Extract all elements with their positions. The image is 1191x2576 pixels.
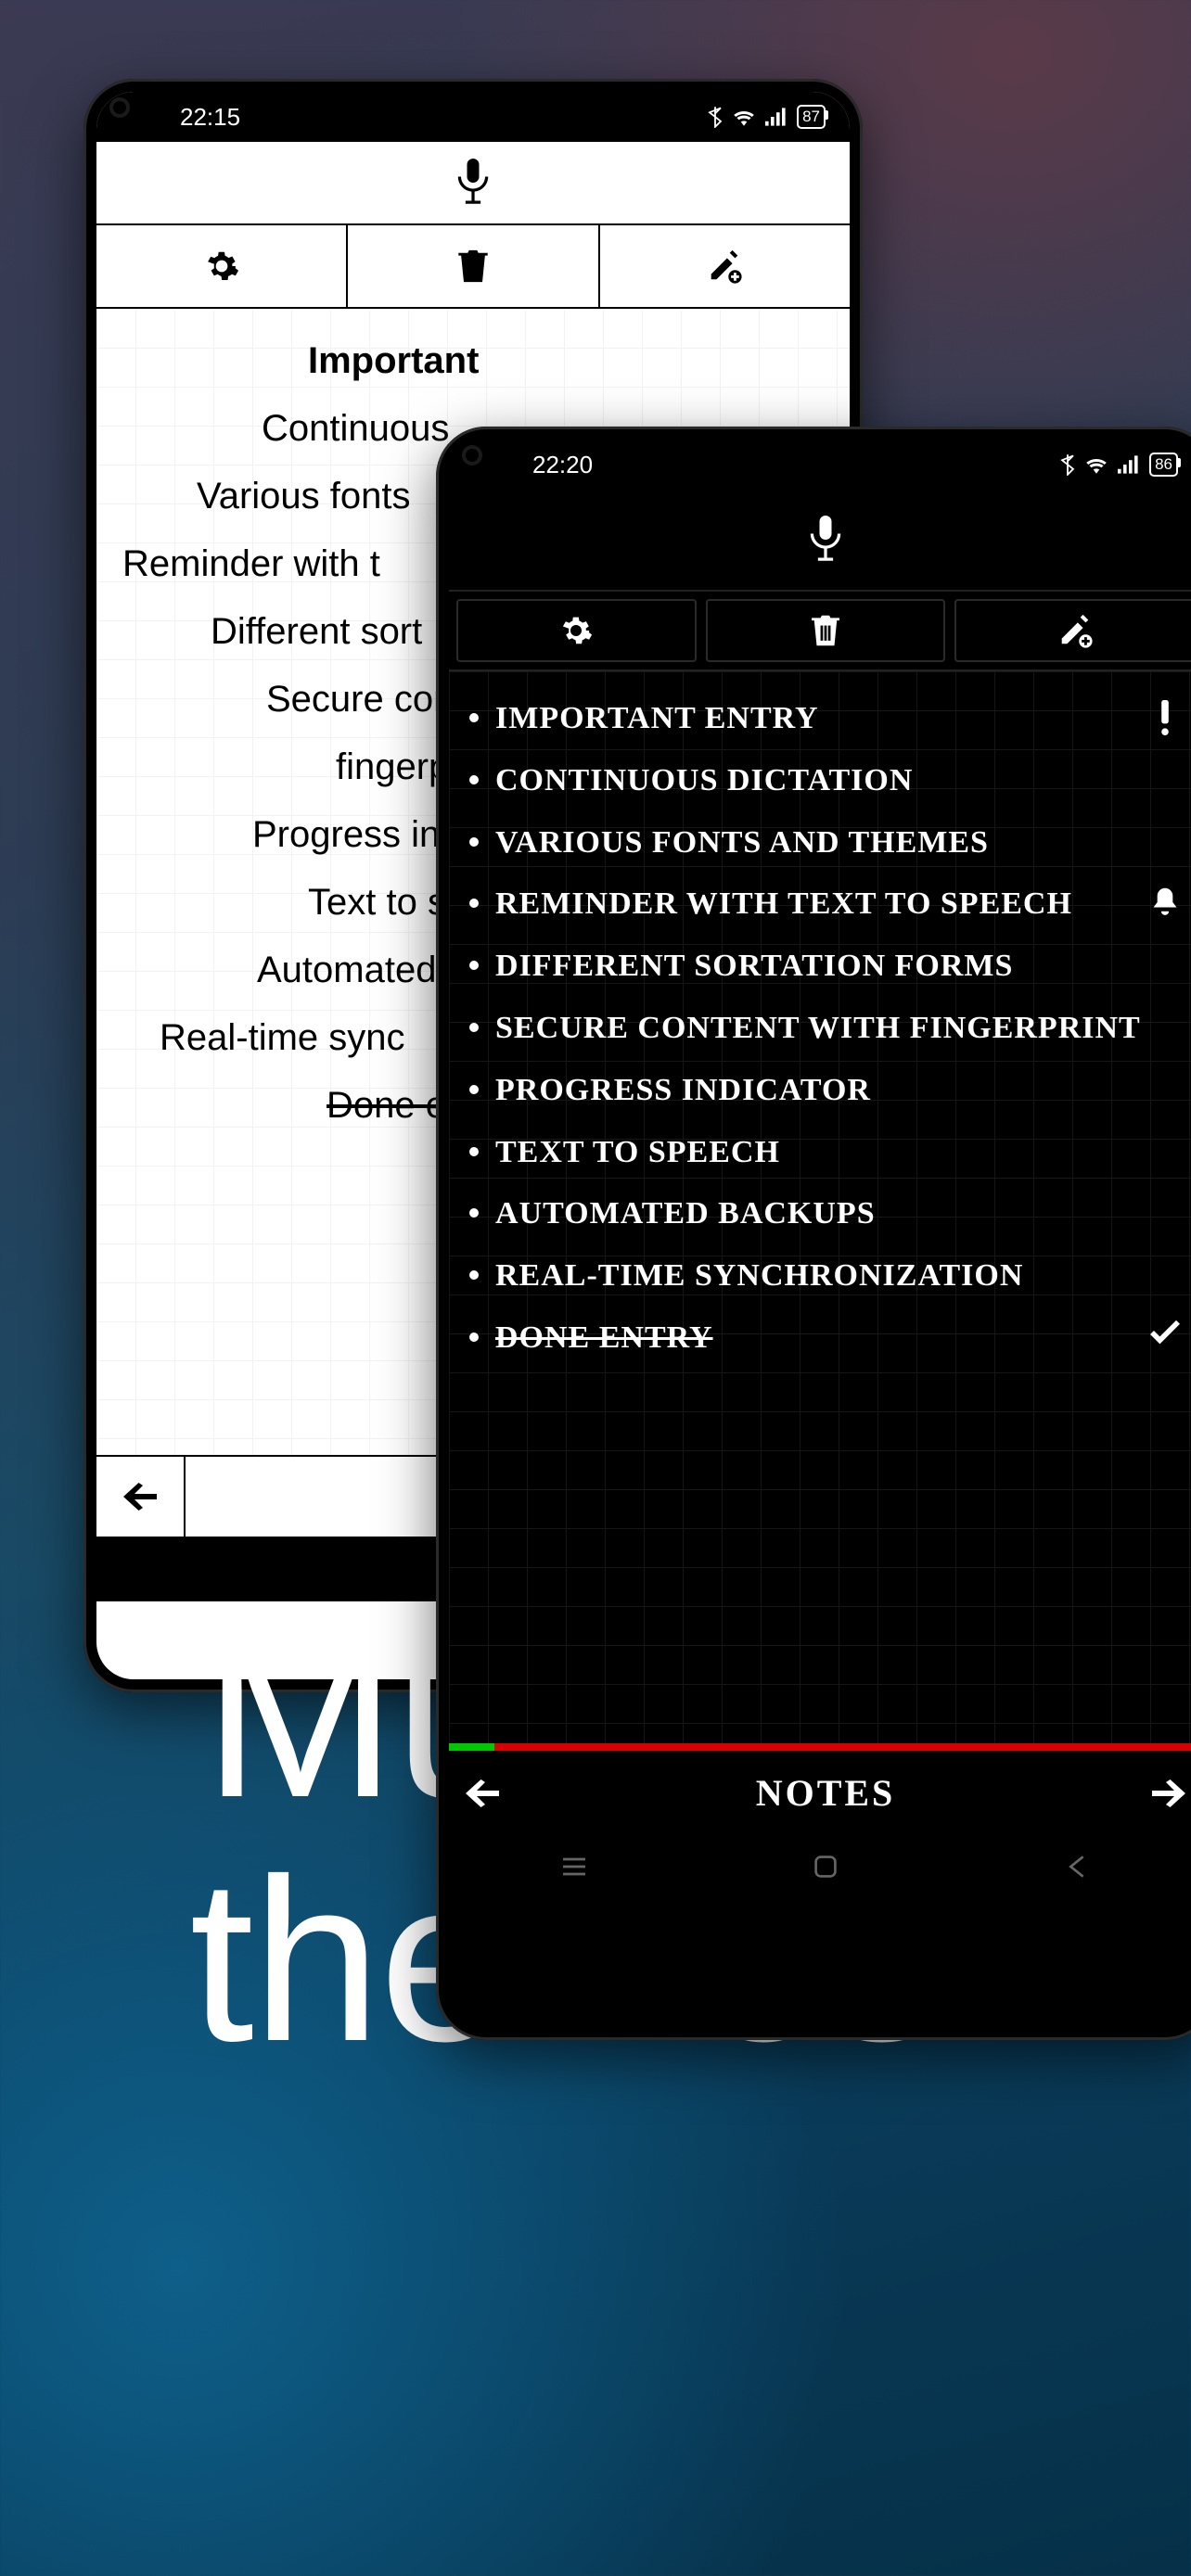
bottom-bar: Notes xyxy=(449,1751,1191,1834)
list-item-text: Various fonts xyxy=(197,476,411,516)
progress-done xyxy=(449,1743,494,1751)
list-item[interactable]: Important entry xyxy=(466,688,1187,750)
list-item-text: Secure content with fingerprint xyxy=(495,1010,1184,1048)
status-time: 22:20 xyxy=(532,451,593,479)
microphone-icon xyxy=(807,516,844,564)
bullet-icon xyxy=(469,899,479,908)
toolbar xyxy=(449,592,1191,671)
new-note-button[interactable] xyxy=(600,225,850,307)
list-item-text: Important xyxy=(308,340,479,381)
list-item[interactable]: Done entry xyxy=(466,1307,1187,1370)
list-item[interactable]: Important xyxy=(122,327,824,395)
camera-hole xyxy=(466,449,479,462)
list-item-text: Automated backups xyxy=(495,1195,1184,1233)
toolbar xyxy=(96,225,850,309)
list-item[interactable]: Real-time synchronization xyxy=(466,1245,1187,1307)
list-item-text: Progress indicator xyxy=(495,1072,1184,1110)
pen-plus-icon xyxy=(706,248,743,285)
list-item[interactable]: Different sortation forms xyxy=(466,936,1187,998)
gear-icon xyxy=(204,249,239,284)
list-item-text: fingerp xyxy=(336,746,449,787)
list-item-text: Done entry xyxy=(495,1320,1130,1358)
back-icon[interactable] xyxy=(1061,1851,1093,1882)
list-item-text: Various fonts and themes xyxy=(495,824,1184,862)
microphone-icon xyxy=(455,159,492,207)
bullet-icon xyxy=(469,775,479,784)
wifi-icon xyxy=(732,108,756,126)
list-item-text: Secure con xyxy=(266,679,454,720)
list-item-text: Real-time synchronization xyxy=(495,1257,1184,1295)
list-item-text: Continuous dictation xyxy=(495,762,1184,800)
status-bar: 22:20 86 xyxy=(449,440,1191,490)
bullet-icon xyxy=(469,961,479,970)
recents-icon[interactable] xyxy=(558,1851,590,1882)
delete-button[interactable] xyxy=(348,225,599,307)
list-item-text: Real-time sync xyxy=(160,1017,405,1058)
list-item-text: Progress in xyxy=(252,814,440,855)
phone-dark-theme: 22:20 86 xyxy=(436,427,1191,2040)
wifi-icon xyxy=(1084,455,1108,474)
bullet-icon xyxy=(469,1085,479,1094)
list-item-text: Different sortation forms xyxy=(495,948,1184,986)
battery-icon: 86 xyxy=(1149,453,1178,477)
list-item[interactable]: Text to speech xyxy=(466,1122,1187,1184)
bluetooth-icon xyxy=(708,106,723,128)
status-time: 22:15 xyxy=(180,103,240,132)
prev-button[interactable] xyxy=(466,1779,499,1807)
delete-button[interactable] xyxy=(706,599,946,662)
bullet-icon xyxy=(469,1147,479,1156)
signal-icon xyxy=(765,108,788,126)
list-item[interactable]: Reminder with text to speech xyxy=(466,874,1187,936)
trash-icon xyxy=(456,248,490,285)
settings-button[interactable] xyxy=(456,599,697,662)
pen-plus-icon xyxy=(1057,612,1094,649)
trash-icon xyxy=(810,613,841,648)
bullet-icon xyxy=(469,1333,479,1342)
mic-bar[interactable] xyxy=(96,142,850,225)
list-item[interactable]: Automated backups xyxy=(466,1183,1187,1245)
notes-list-dark[interactable]: Important entry Continuous dictation Vario… xyxy=(449,671,1191,1743)
check-icon xyxy=(1146,1320,1184,1345)
progress-bar xyxy=(449,1743,1191,1751)
list-item-text: Reminder with text to speech xyxy=(495,886,1130,924)
signal-icon xyxy=(1118,455,1140,474)
list-item[interactable]: Various fonts and themes xyxy=(466,812,1187,874)
mic-bar[interactable] xyxy=(449,490,1191,592)
arrow-left-icon xyxy=(123,1483,157,1511)
list-item-text: Important entry xyxy=(495,700,1130,738)
progress-remaining xyxy=(494,1743,1191,1751)
list-item[interactable]: Continuous dictation xyxy=(466,750,1187,812)
new-note-button[interactable] xyxy=(954,599,1191,662)
bullet-icon xyxy=(469,1208,479,1218)
priority-icon xyxy=(1146,700,1184,735)
list-item-text: Text to s xyxy=(308,882,446,923)
bluetooth-icon xyxy=(1060,453,1075,476)
list-item-text: Continuous xyxy=(262,408,449,449)
bullet-icon xyxy=(469,1023,479,1032)
list-item[interactable]: Progress indicator xyxy=(466,1060,1187,1122)
gear-icon xyxy=(559,614,593,647)
bullet-icon xyxy=(469,713,479,722)
camera-hole xyxy=(113,101,126,114)
list-item-text: Different sort xyxy=(211,611,422,652)
home-icon[interactable] xyxy=(810,1851,841,1882)
bullet-icon xyxy=(469,837,479,847)
battery-icon: 87 xyxy=(797,105,826,129)
list-item-text: Text to speech xyxy=(495,1134,1184,1172)
list-item-text: Automated xyxy=(257,950,436,990)
bullet-icon xyxy=(469,1270,479,1280)
prev-button[interactable] xyxy=(96,1457,186,1537)
list-item-text: Reminder with t xyxy=(122,543,380,584)
next-button[interactable] xyxy=(1152,1779,1185,1807)
android-nav-bar xyxy=(449,1834,1191,1899)
list-item-text: Done e xyxy=(327,1085,446,1126)
bell-icon xyxy=(1146,886,1184,919)
list-item[interactable]: Secure content with fingerprint xyxy=(466,998,1187,1060)
bottom-label: Notes xyxy=(499,1771,1152,1815)
settings-button[interactable] xyxy=(96,225,348,307)
status-bar: 22:15 87 xyxy=(96,92,850,142)
